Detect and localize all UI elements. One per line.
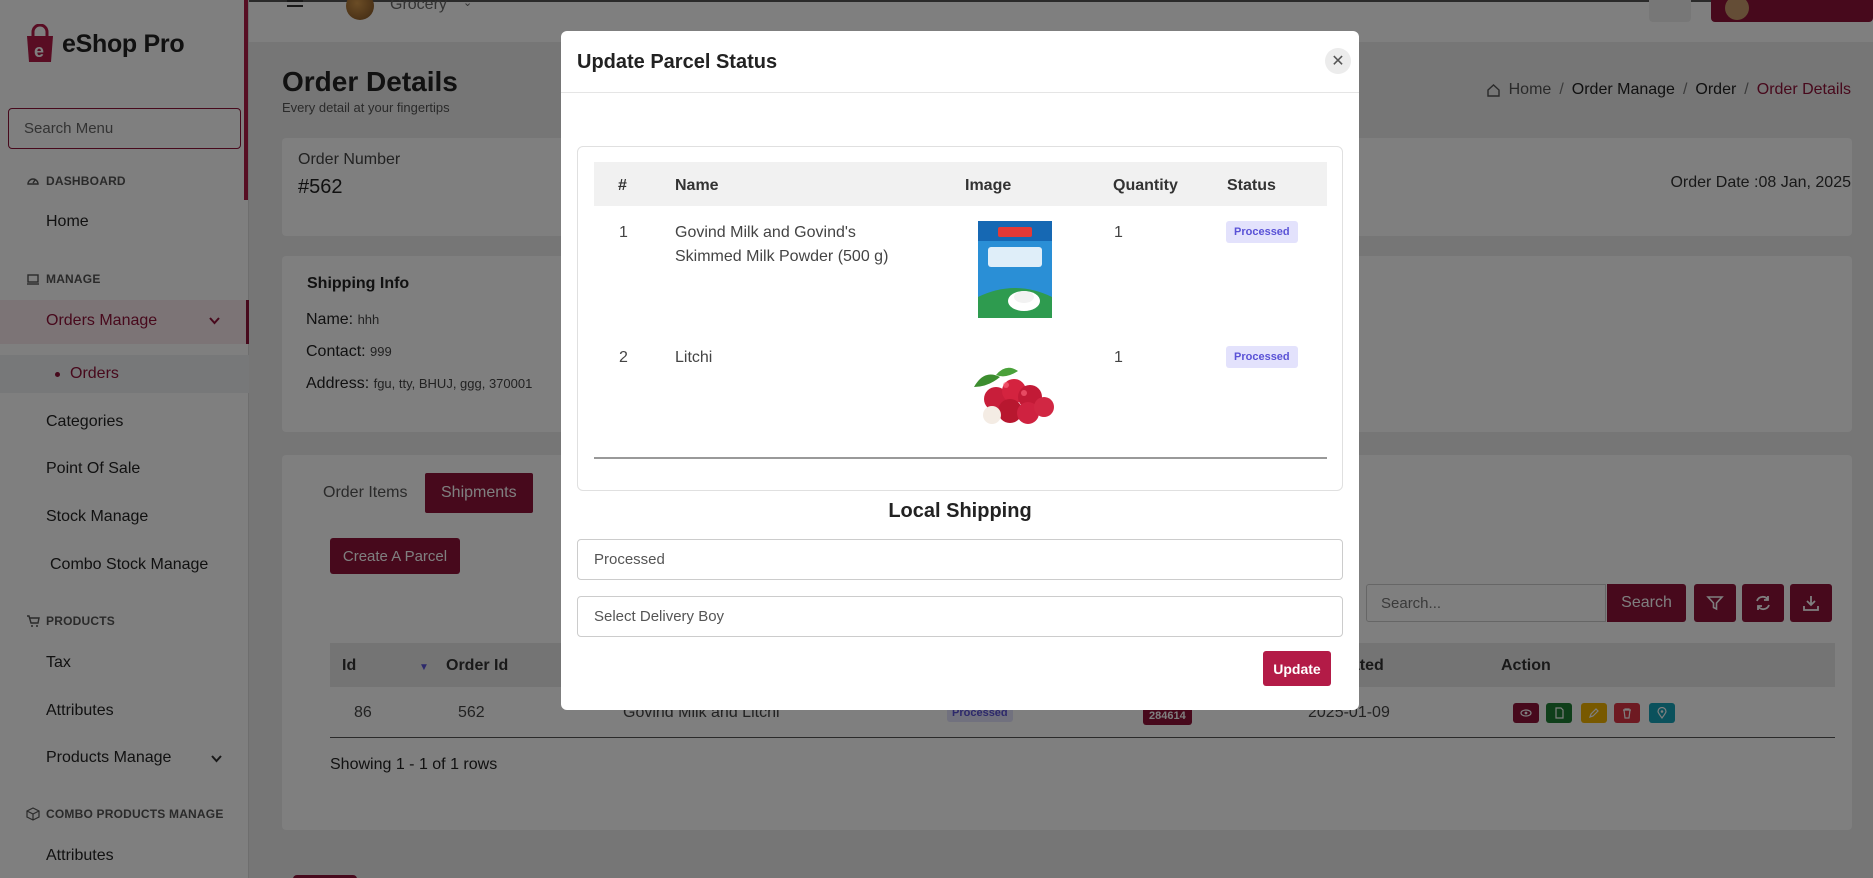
parcel-status-select[interactable]: Processed <box>577 539 1343 580</box>
column-status: Status <box>1227 177 1276 194</box>
item-1-name: Govind Milk and Govind's Skimmed Milk Po… <box>675 224 889 265</box>
column-num: # <box>618 177 627 194</box>
item-1-status-badge: Processed <box>1226 221 1298 243</box>
modal-title: Update Parcel Status <box>577 51 778 73</box>
column-image: Image <box>965 177 1012 194</box>
item-2-num: 2 <box>619 349 628 366</box>
milk-powder-pack-icon <box>978 221 1052 318</box>
column-name: Name <box>675 177 719 194</box>
litchi-fruit-icon <box>974 367 1054 424</box>
update-button[interactable]: Update <box>1263 651 1331 686</box>
column-quantity: Quantity <box>1113 177 1178 194</box>
item-1-num: 1 <box>619 224 628 241</box>
item-1-quantity: 1 <box>1114 224 1123 241</box>
modal-header: Update Parcel Status ✕ <box>561 31 1359 93</box>
item-2-name: Litchi <box>675 349 713 366</box>
local-shipping-title: Local Shipping <box>888 500 1032 522</box>
delivery-boy-select[interactable]: Select Delivery Boy <box>577 596 1343 637</box>
item-2-status-badge: Processed <box>1226 346 1298 368</box>
update-parcel-modal: Update Parcel Status ✕ # Name Image Quan… <box>561 31 1359 710</box>
table-bottom-divider <box>594 457 1327 459</box>
item-2-quantity: 1 <box>1114 349 1123 366</box>
close-icon[interactable]: ✕ <box>1325 48 1351 74</box>
parcel-items-table: # Name Image Quantity Status 1 Govind Mi… <box>577 146 1343 491</box>
